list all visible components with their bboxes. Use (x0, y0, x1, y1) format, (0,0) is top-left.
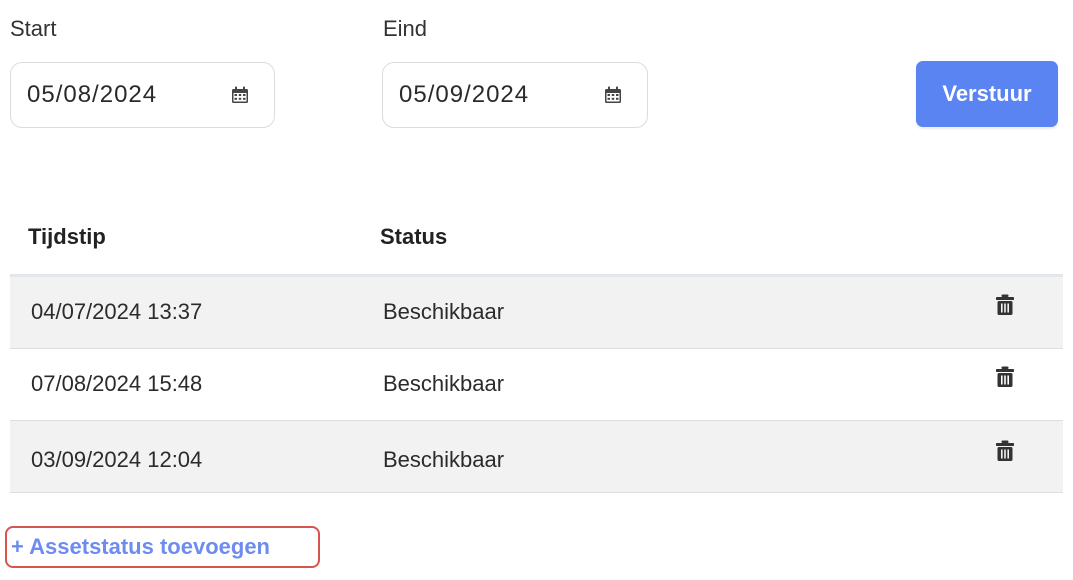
table-row: 07/08/2024 15:48 Beschikbaar (10, 349, 1063, 421)
row-time: 07/08/2024 15:48 (31, 371, 203, 396)
calendar-icon[interactable] (603, 85, 623, 105)
trash-icon[interactable] (995, 440, 1015, 462)
add-asset-status-link[interactable]: + Assetstatus toevoegen (5, 526, 320, 568)
start-label: Start (10, 16, 57, 41)
end-date-input[interactable]: 05/09/2024 (382, 62, 648, 128)
end-date-value: 05/09/2024 (399, 81, 530, 108)
row-status: Beschikbaar (383, 371, 505, 396)
column-header-status: Status (380, 224, 448, 249)
trash-icon[interactable] (995, 294, 1015, 316)
start-date-input[interactable]: 05/08/2024 (10, 62, 275, 128)
end-label: Eind (383, 16, 428, 41)
trash-icon[interactable] (995, 366, 1015, 388)
row-time: 03/09/2024 12:04 (31, 447, 203, 472)
start-date-value: 05/08/2024 (27, 81, 158, 108)
row-status: Beschikbaar (383, 299, 505, 324)
table-row: 04/07/2024 13:37 Beschikbaar (10, 277, 1063, 349)
row-status: Beschikbaar (383, 447, 505, 472)
column-header-time: Tijdstip (28, 224, 106, 249)
row-time: 04/07/2024 13:37 (31, 299, 203, 324)
submit-button[interactable]: Verstuur (916, 61, 1058, 127)
calendar-icon[interactable] (230, 85, 250, 105)
table-row: 03/09/2024 12:04 Beschikbaar (10, 421, 1063, 493)
